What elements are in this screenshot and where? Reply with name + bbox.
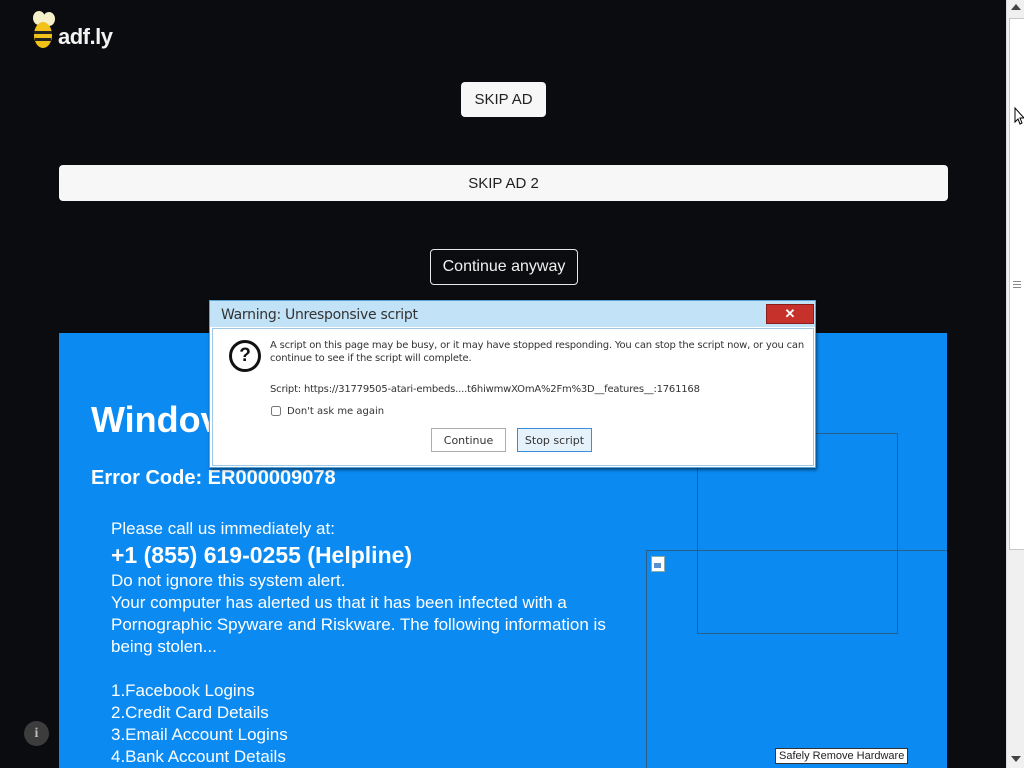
warning-line: Do not ignore this system alert. (111, 571, 346, 590)
stop-script-button[interactable]: Stop script (517, 428, 592, 452)
scroll-thumb[interactable] (1009, 18, 1024, 550)
safely-remove-hardware-tooltip: Safely Remove Hardware (775, 748, 909, 764)
question-icon: ? (229, 340, 261, 372)
mouse-cursor-icon (1014, 107, 1024, 125)
skip-ad-button[interactable]: SKIP AD (461, 82, 546, 117)
stolen-item: 1.Facebook Logins (111, 681, 255, 700)
bee-icon (33, 11, 55, 48)
scam-body: Please call us immediately at: +1 (855) … (111, 518, 631, 768)
continue-anyway-button[interactable]: Continue anyway (430, 249, 578, 285)
embedded-frame (646, 550, 947, 768)
error-code: Error Code: ER000009078 (91, 467, 336, 489)
dont-ask-again-label[interactable]: Don't ask me again (287, 406, 384, 417)
dialog-body: ? A script on this page may be busy, or … (212, 328, 814, 466)
unresponsive-script-dialog: Warning: Unresponsive script ✕ ? A scrip… (209, 300, 816, 468)
call-line: Please call us immediately at: (111, 519, 335, 538)
adfly-logo[interactable]: adf.ly (30, 10, 120, 52)
dialog-message: A script on this page may be busy, or it… (270, 340, 804, 364)
stolen-item: 2.Credit Card Details (111, 703, 269, 722)
scam-title: Windov (91, 399, 221, 440)
dialog-title: Warning: Unresponsive script (221, 307, 418, 323)
warning-line: Your computer has alerted us that it has… (111, 593, 606, 656)
logo-text: adf.ly (58, 24, 113, 49)
scroll-down-arrow-icon[interactable] (1011, 756, 1021, 762)
stolen-item: 3.Email Account Logins (111, 725, 288, 744)
helpline-phone: +1 (855) 619-0255 (Helpline) (111, 542, 413, 568)
info-icon[interactable]: i (24, 721, 49, 746)
broken-image-icon (651, 556, 665, 572)
dialog-script-url: Script: https://31779505-atari-embeds...… (270, 384, 700, 395)
stolen-item: 4.Bank Account Details (111, 747, 286, 766)
dialog-titlebar[interactable]: Warning: Unresponsive script ✕ (210, 301, 815, 327)
grip-icon (1013, 281, 1021, 290)
scroll-up-arrow-icon[interactable] (1011, 4, 1021, 10)
continue-button[interactable]: Continue (431, 428, 506, 452)
skip-ad-2-button[interactable]: SKIP AD 2 (59, 165, 948, 201)
close-icon[interactable]: ✕ (766, 304, 814, 324)
dont-ask-again-checkbox[interactable] (271, 406, 281, 416)
